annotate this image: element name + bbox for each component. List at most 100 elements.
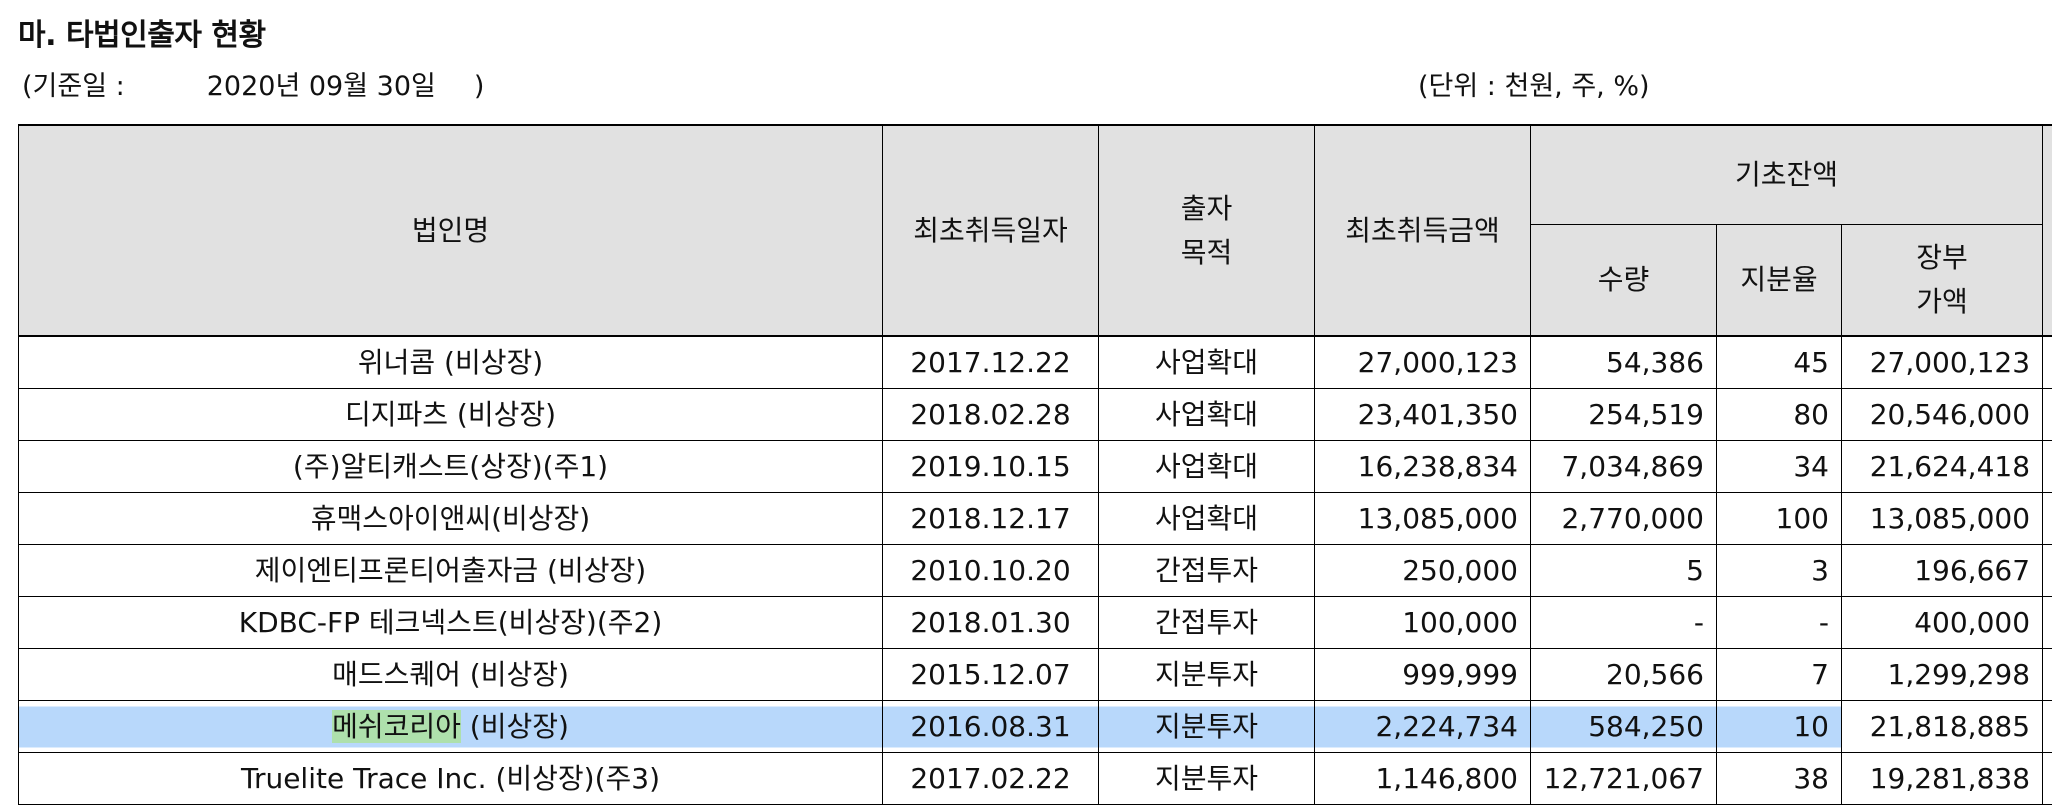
cut-off-cell: [2042, 388, 2052, 441]
book-value-cell: 400,000: [1840, 596, 2044, 649]
acq-amount-cell: 1,146,800: [1314, 752, 1531, 805]
acq-date-cell[interactable]: 2016.08.31: [882, 700, 1099, 753]
purpose-cell: 사업확대: [1098, 388, 1315, 441]
cut-off-cell: [2042, 648, 2052, 701]
header-book-value-line1: 장부: [1916, 241, 1968, 274]
acq-date-cell: 2018.02.28: [882, 388, 1099, 441]
corp-name-cell: 디지파츠 (비상장): [18, 388, 883, 441]
acq-amount-cell: 100,000: [1314, 596, 1531, 649]
acq-amount-cell: 250,000: [1314, 544, 1531, 597]
cut-off-cell: [2042, 440, 2052, 493]
share-ratio-cell[interactable]: 10: [1716, 700, 1842, 753]
book-value-cell: 20,546,000: [1840, 388, 2044, 441]
share-ratio-cell: 7: [1716, 648, 1842, 701]
basis-label: (기준일 :: [22, 71, 125, 102]
acq-date-cell: 2017.02.22: [882, 752, 1099, 805]
table-row-selected[interactable]: 메쉬코리아 (비상장) 2016.08.31 지분투자 2,224,734 58…: [18, 700, 2052, 753]
acq-amount-cell: 13,085,000: [1314, 492, 1531, 545]
acq-date-cell: 2018.01.30: [882, 596, 1099, 649]
header-first-acq-date: 최초취득일자: [882, 124, 1099, 337]
cut-off-cell: [2042, 596, 2052, 649]
cut-off-cell: [2042, 700, 2052, 753]
share-ratio-cell: -: [1716, 596, 1842, 649]
acq-amount-cell: 999,999: [1314, 648, 1531, 701]
purpose-cell: 지분투자: [1098, 648, 1315, 701]
cut-off-cell: [2042, 752, 2052, 805]
book-value-cell: 13,085,000: [1840, 492, 2044, 545]
share-ratio-cell: 80: [1716, 388, 1842, 441]
quantity-cell: 12,721,067: [1530, 752, 1717, 805]
acq-amount-cell: 16,238,834: [1314, 440, 1531, 493]
basis-date: 2020년 09월 30일: [206, 71, 436, 102]
book-value-cell: 1,299,298: [1840, 648, 2044, 701]
investment-table: 법인명 최초취득일자 출자 목적 최초취득금액 기초잔액 수량 지분율 장부 가…: [18, 124, 2052, 805]
acq-amount-cell: 27,000,123: [1314, 335, 1531, 389]
header-invest-purpose-line1: 출자: [1180, 191, 1233, 225]
header-book-value-line2: 가액: [1916, 285, 1968, 318]
quantity-cell: 7,034,869: [1530, 440, 1717, 493]
share-ratio-cell: 45: [1716, 335, 1842, 389]
table-row: 제이엔티프론티어출자금 (비상장) 2010.10.20 간접투자 250,00…: [18, 544, 2052, 597]
book-value-cell: 21,624,418: [1840, 440, 2044, 493]
corp-name-cell: 위너콤 (비상장): [18, 335, 883, 389]
table-row: KDBC-FP 테크넥스트(비상장)(주2) 2018.01.30 간접투자 1…: [18, 596, 2052, 649]
share-ratio-cell: 38: [1716, 752, 1842, 805]
purpose-cell: 지분투자: [1098, 752, 1315, 805]
acq-date-cell: 2017.12.22: [882, 335, 1099, 389]
table-row: 디지파츠 (비상장) 2018.02.28 사업확대 23,401,350 25…: [18, 388, 2052, 441]
purpose-cell: 간접투자: [1098, 544, 1315, 597]
header-cut-off: [2042, 124, 2052, 337]
purpose-cell: 사업확대: [1098, 440, 1315, 493]
purpose-cell: 사업확대: [1098, 492, 1315, 545]
table-row: 매드스퀘어 (비상장) 2015.12.07 지분투자 999,999 20,5…: [18, 648, 2052, 701]
corp-name-highlight: 메쉬코리아: [332, 710, 461, 743]
acq-amount-cell[interactable]: 2,224,734: [1314, 700, 1531, 753]
table-row: Truelite Trace Inc. (비상장)(주3) 2017.02.22…: [18, 752, 2052, 805]
book-value-cell: 27,000,123: [1840, 335, 2044, 389]
table-row: (주)알티캐스트(상장)(주1) 2019.10.15 사업확대 16,238,…: [18, 440, 2052, 493]
book-value-cell: 196,667: [1840, 544, 2044, 597]
quantity-cell: 20,566: [1530, 648, 1717, 701]
quantity-cell: 5: [1530, 544, 1717, 597]
acq-amount-cell: 23,401,350: [1314, 388, 1531, 441]
corp-name-cell: Truelite Trace Inc. (비상장)(주3): [18, 752, 883, 805]
unit-label: (단위 : 천원, 주, %): [1418, 71, 1650, 102]
corp-name-cell: 제이엔티프론티어출자금 (비상장): [18, 544, 883, 597]
header-invest-purpose: 출자 목적: [1098, 124, 1315, 337]
acq-date-cell: 2019.10.15: [882, 440, 1099, 493]
share-ratio-cell: 100: [1716, 492, 1842, 545]
table-row: 위너콤 (비상장) 2017.12.22 사업확대 27,000,123 54,…: [18, 335, 2052, 389]
corp-name-cell[interactable]: 메쉬코리아 (비상장): [18, 700, 883, 753]
header-quantity: 수량: [1530, 224, 1717, 337]
header-first-acq-amount: 최초취득금액: [1314, 124, 1531, 337]
header-book-value: 장부 가액: [1840, 224, 2044, 337]
cut-off-cell: [2042, 544, 2052, 597]
quantity-cell: 54,386: [1530, 335, 1717, 389]
corp-name-cell: 매드스퀘어 (비상장): [18, 648, 883, 701]
book-value-cell[interactable]: 21,818,885: [1840, 700, 2044, 753]
corp-name-cell: (주)알티캐스트(상장)(주1): [18, 440, 883, 493]
header-share-ratio: 지분율: [1716, 224, 1842, 337]
corp-name-suffix: (비상장): [460, 710, 569, 743]
cut-off-cell: [2042, 335, 2052, 389]
quantity-cell: 254,519: [1530, 388, 1717, 441]
acq-date-cell: 2018.12.17: [882, 492, 1099, 545]
section-title: 마. 타법인출자 현황: [18, 18, 266, 53]
corp-name-cell: 휴맥스아이앤씨(비상장): [18, 492, 883, 545]
share-ratio-cell: 3: [1716, 544, 1842, 597]
acq-date-cell: 2010.10.20: [882, 544, 1099, 597]
quantity-cell[interactable]: 584,250: [1530, 700, 1717, 753]
acq-date-cell: 2015.12.07: [882, 648, 1099, 701]
header-opening-balance: 기초잔액: [1529, 124, 2044, 225]
cut-off-cell: [2042, 492, 2052, 545]
purpose-cell: 사업확대: [1098, 335, 1315, 389]
header-invest-purpose-line2: 목적: [1180, 235, 1233, 269]
book-value-cell: 19,281,838: [1840, 752, 2044, 805]
header-corp-name: 법인명: [18, 124, 883, 337]
basis-date-line: (기준일 : 2020년 09월 30일): [22, 64, 484, 103]
quantity-cell: 2,770,000: [1530, 492, 1717, 545]
corp-name-cell: KDBC-FP 테크넥스트(비상장)(주2): [18, 596, 883, 649]
purpose-cell: 간접투자: [1098, 596, 1315, 649]
quantity-cell: -: [1530, 596, 1717, 649]
purpose-cell[interactable]: 지분투자: [1098, 700, 1315, 753]
